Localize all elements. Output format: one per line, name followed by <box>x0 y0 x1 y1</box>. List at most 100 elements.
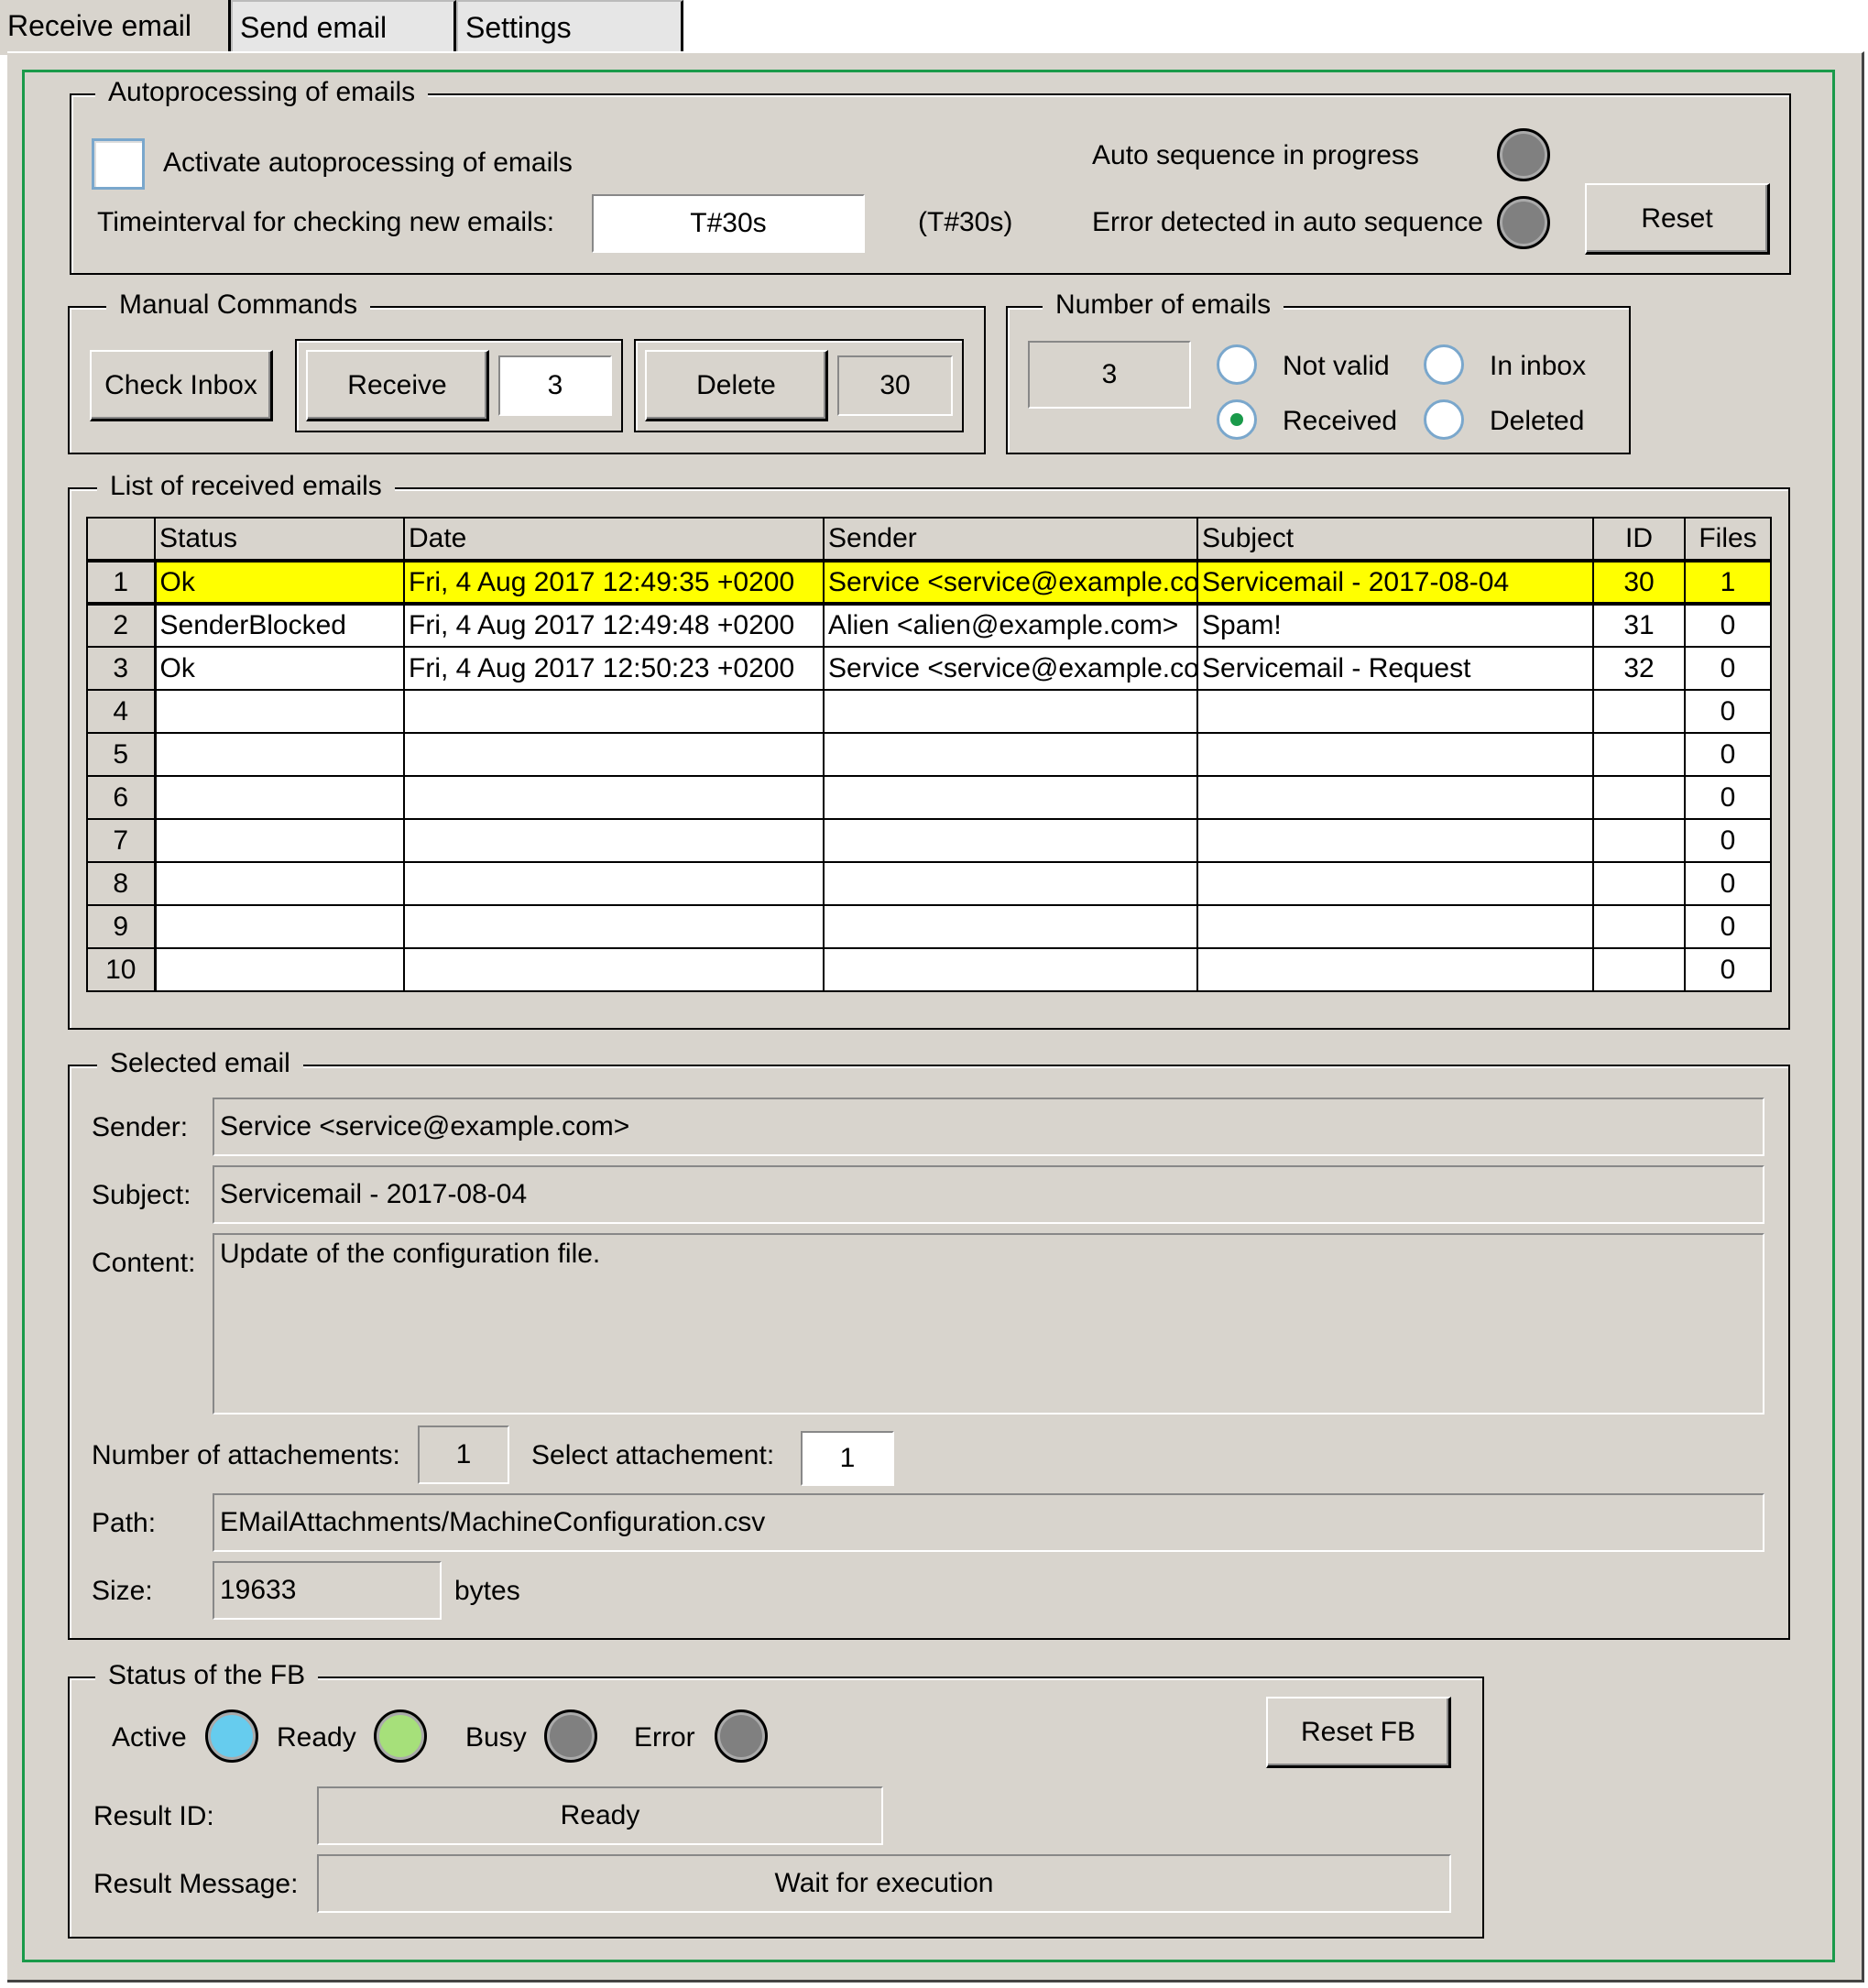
cell-id[interactable] <box>1592 689 1686 734</box>
cell-files[interactable]: 0 <box>1684 947 1772 992</box>
cell-status[interactable] <box>154 861 405 906</box>
cell-date[interactable] <box>403 689 825 734</box>
table-row[interactable]: 3 Ok Fri, 4 Aug 2017 12:50:23 +0200 Service… <box>86 646 1772 691</box>
radio-received[interactable] <box>1217 399 1257 440</box>
header-date[interactable]: Date <box>403 517 825 562</box>
cell-date[interactable]: Fri, 4 Aug 2017 12:50:23 +0200 <box>403 646 825 691</box>
cell-subject[interactable]: Servicemail - Request <box>1196 646 1594 691</box>
sender-field: Service <service@example.com> <box>213 1098 1764 1156</box>
header-files[interactable]: Files <box>1684 517 1772 562</box>
cell-subject[interactable] <box>1196 689 1594 734</box>
cell-status[interactable] <box>154 732 405 777</box>
cell-status[interactable]: SenderBlocked <box>154 603 405 648</box>
cell-sender[interactable]: Alien <alien@example.com> <box>823 603 1198 648</box>
cell-files[interactable]: 0 <box>1684 818 1772 863</box>
tab-settings[interactable]: Settings <box>456 0 683 51</box>
cell-id[interactable]: 31 <box>1592 603 1686 648</box>
cell-files[interactable]: 0 <box>1684 775 1772 820</box>
radio-not-valid[interactable] <box>1217 344 1257 385</box>
row-number: 5 <box>86 732 157 777</box>
cell-sender[interactable] <box>823 689 1198 734</box>
cell-date[interactable]: Fri, 4 Aug 2017 12:49:35 +0200 <box>403 559 825 606</box>
tab-send-email[interactable]: Send email <box>231 0 456 51</box>
table-row[interactable]: 60 <box>86 775 1772 820</box>
table-row[interactable]: 1 Ok Fri, 4 Aug 2017 12:49:35 +0200 Service… <box>86 559 1772 606</box>
cell-files[interactable]: 1 <box>1684 559 1772 606</box>
cell-files[interactable]: 0 <box>1684 646 1772 691</box>
content-label: Content: <box>92 1248 196 1278</box>
reset-button[interactable]: Reset <box>1585 183 1770 255</box>
cell-id[interactable]: 30 <box>1592 559 1686 606</box>
cell-subject[interactable]: Servicemail - 2017-08-04 <box>1196 559 1594 606</box>
cell-files[interactable]: 0 <box>1684 603 1772 648</box>
table-row[interactable]: 2 SenderBlocked Fri, 4 Aug 2017 12:49:48 +… <box>86 603 1772 648</box>
interval-hint: (T#30s) <box>918 207 1013 237</box>
cell-files[interactable]: 0 <box>1684 904 1772 949</box>
cell-date[interactable] <box>403 904 825 949</box>
cell-status[interactable] <box>154 775 405 820</box>
cell-subject[interactable] <box>1196 775 1594 820</box>
cell-status[interactable]: Ok <box>154 646 405 691</box>
delete-id-field[interactable]: 30 <box>837 355 953 416</box>
cell-date[interactable] <box>403 732 825 777</box>
cell-date[interactable] <box>403 947 825 992</box>
receive-button[interactable]: Receive <box>306 350 489 421</box>
cell-date[interactable] <box>403 775 825 820</box>
interval-input[interactable]: T#30s <box>592 194 865 253</box>
table-row[interactable]: 50 <box>86 732 1772 777</box>
cell-files[interactable]: 0 <box>1684 861 1772 906</box>
cell-id[interactable] <box>1592 818 1686 863</box>
cell-files[interactable]: 0 <box>1684 732 1772 777</box>
cell-subject[interactable] <box>1196 947 1594 992</box>
cell-sender[interactable] <box>823 904 1198 949</box>
cell-status[interactable] <box>154 904 405 949</box>
header-subject[interactable]: Subject <box>1196 517 1594 562</box>
cell-sender[interactable] <box>823 818 1198 863</box>
cell-status[interactable] <box>154 689 405 734</box>
cell-date[interactable] <box>403 818 825 863</box>
cell-id[interactable]: 32 <box>1592 646 1686 691</box>
cell-subject[interactable] <box>1196 904 1594 949</box>
reset-fb-button[interactable]: Reset FB <box>1266 1697 1451 1768</box>
cell-status[interactable] <box>154 818 405 863</box>
header-sender[interactable]: Sender <box>823 517 1198 562</box>
cell-sender[interactable] <box>823 861 1198 906</box>
activate-checkbox[interactable] <box>92 138 145 190</box>
receive-count-input[interactable]: 3 <box>498 355 612 416</box>
cell-subject[interactable] <box>1196 818 1594 863</box>
cell-files[interactable]: 0 <box>1684 689 1772 734</box>
cell-id[interactable] <box>1592 861 1686 906</box>
cell-date[interactable]: Fri, 4 Aug 2017 12:49:48 +0200 <box>403 603 825 648</box>
interval-label: Timeinterval for checking new emails: <box>97 207 555 237</box>
cell-id[interactable] <box>1592 904 1686 949</box>
cell-sender[interactable] <box>823 732 1198 777</box>
table-row[interactable]: 10 0 <box>86 947 1772 992</box>
tab-receive-email[interactable]: Receive email <box>0 0 231 55</box>
cell-sender[interactable] <box>823 775 1198 820</box>
cell-status[interactable] <box>154 947 405 992</box>
cell-subject[interactable] <box>1196 732 1594 777</box>
radio-in-inbox[interactable] <box>1424 344 1464 385</box>
cell-subject[interactable] <box>1196 861 1594 906</box>
table-row[interactable]: 90 <box>86 904 1772 949</box>
cell-date[interactable] <box>403 861 825 906</box>
cell-id[interactable] <box>1592 732 1686 777</box>
cell-sender[interactable]: Service <service@example.com> <box>823 646 1198 691</box>
email-table[interactable]: Status Date Sender Subject ID Files 1 Ok F… <box>86 517 1772 992</box>
delete-button[interactable]: Delete <box>645 350 828 421</box>
cell-sender[interactable]: Service <service@example.com> <box>823 559 1198 606</box>
check-inbox-button[interactable]: Check Inbox <box>90 350 273 421</box>
cell-sender[interactable] <box>823 947 1198 992</box>
table-row[interactable]: 70 <box>86 818 1772 863</box>
cell-id[interactable] <box>1592 947 1686 992</box>
table-row[interactable]: 40 <box>86 689 1772 734</box>
cell-id[interactable] <box>1592 775 1686 820</box>
select-attachment-input[interactable]: 1 <box>801 1431 894 1486</box>
header-status[interactable]: Status <box>154 517 405 562</box>
radio-deleted-label: Deleted <box>1490 406 1585 436</box>
radio-deleted[interactable] <box>1424 399 1464 440</box>
table-row[interactable]: 80 <box>86 861 1772 906</box>
cell-subject[interactable]: Spam! <box>1196 603 1594 648</box>
cell-status[interactable]: Ok <box>154 559 405 606</box>
header-id[interactable]: ID <box>1592 517 1686 562</box>
